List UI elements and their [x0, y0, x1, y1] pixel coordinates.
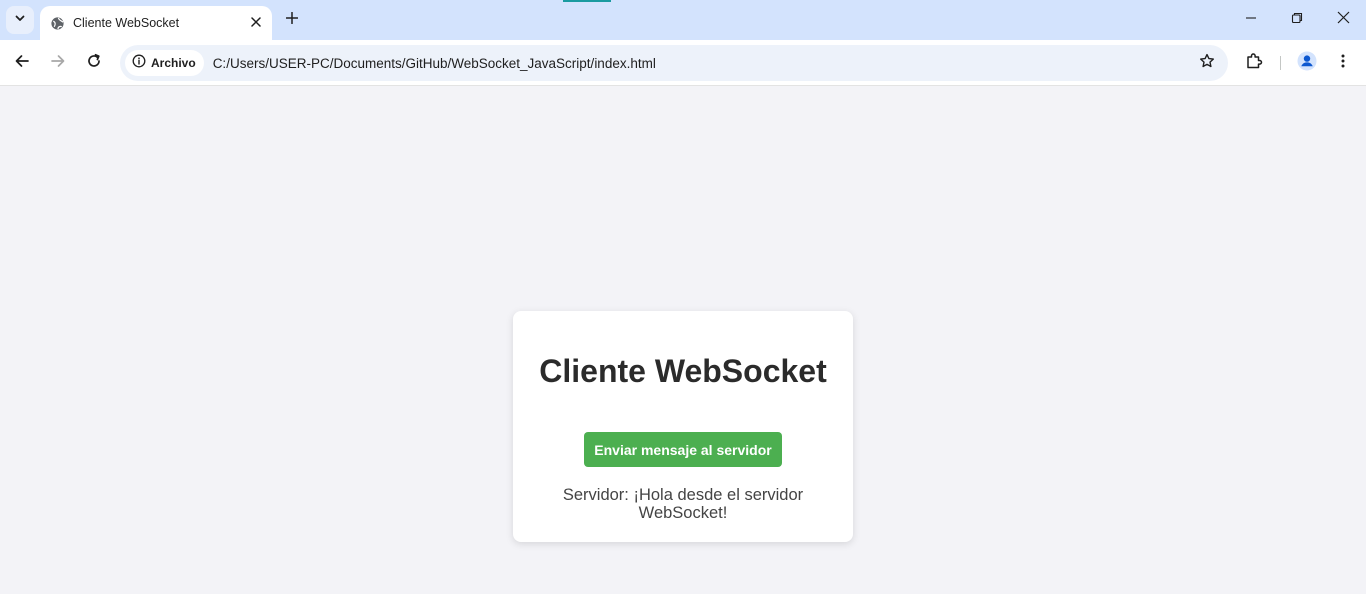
toolbar-divider: [1280, 56, 1281, 70]
browser-menu-button[interactable]: [1329, 49, 1357, 77]
profile-button[interactable]: [1293, 49, 1321, 77]
plus-icon: [285, 11, 299, 29]
page-viewport: Cliente WebSocket Enviar mensaje al serv…: [0, 87, 1366, 594]
websocket-card: Cliente WebSocket Enviar mensaje al serv…: [513, 311, 853, 542]
restore-button[interactable]: [1274, 0, 1320, 40]
menu-icon: [1335, 53, 1351, 74]
site-info-label: Archivo: [151, 56, 196, 70]
window-close-button[interactable]: [1320, 0, 1366, 40]
globe-icon: [49, 15, 65, 31]
extensions-button[interactable]: [1240, 49, 1268, 77]
tab-search-button[interactable]: [6, 6, 34, 34]
restore-icon: [1291, 11, 1303, 29]
profile-icon: [1297, 51, 1317, 76]
minimize-button[interactable]: [1228, 0, 1274, 40]
reload-button[interactable]: [80, 49, 108, 77]
reload-icon: [86, 53, 102, 74]
address-bar[interactable]: Archivo C:/Users/USER-PC/Documents/GitHu…: [120, 45, 1228, 81]
tabstrip-accent-bar: [563, 0, 611, 2]
forward-arrow-icon: [50, 53, 66, 74]
send-message-button[interactable]: Enviar mensaje al servidor: [584, 432, 782, 467]
back-button[interactable]: [8, 49, 36, 77]
window-close-icon: [1337, 11, 1350, 29]
page-heading: Cliente WebSocket: [539, 353, 827, 389]
tab-strip: Cliente WebSocket: [0, 0, 1366, 40]
extensions-icon: [1245, 52, 1263, 75]
new-tab-button[interactable]: [280, 8, 304, 32]
minimize-icon: [1245, 11, 1257, 29]
close-icon: [251, 14, 261, 32]
forward-button[interactable]: [44, 49, 72, 77]
server-message: Servidor: ¡Hola desde el servidor WebSoc…: [562, 486, 804, 522]
star-icon: [1199, 53, 1215, 74]
tab-search-icon: [14, 11, 26, 29]
tab-title: Cliente WebSocket: [73, 16, 180, 30]
url-text[interactable]: C:/Users/USER-PC/Documents/GitHub/WebSoc…: [213, 56, 656, 71]
site-info-chip[interactable]: Archivo: [125, 50, 204, 76]
bookmark-button[interactable]: [1196, 52, 1218, 74]
tab-close-button[interactable]: [248, 15, 264, 31]
info-icon: [132, 54, 146, 73]
browser-toolbar: Archivo C:/Users/USER-PC/Documents/GitHu…: [0, 40, 1366, 86]
back-arrow-icon: [14, 53, 30, 74]
browser-tab-active[interactable]: Cliente WebSocket: [40, 6, 272, 40]
